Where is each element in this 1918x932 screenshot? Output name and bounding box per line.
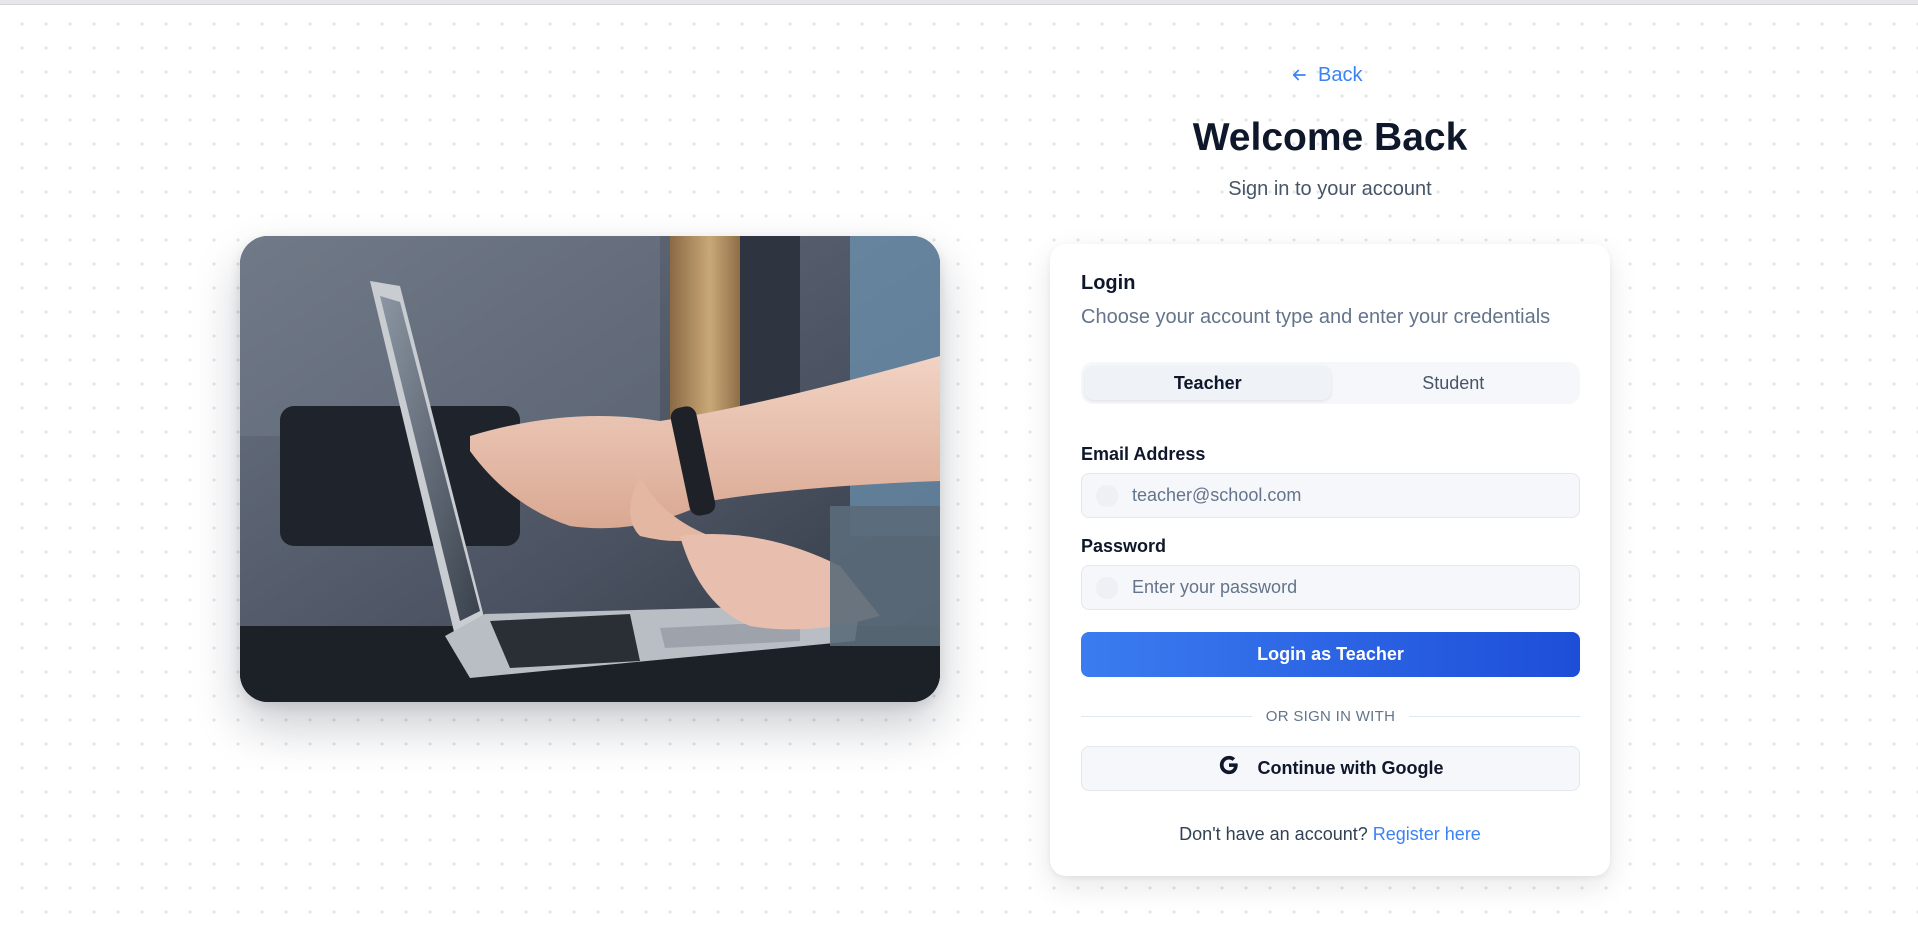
- email-input[interactable]: [1132, 485, 1572, 506]
- email-field-container: [1081, 473, 1580, 518]
- divider-text: OR SIGN IN WITH: [1265, 707, 1396, 725]
- card-description: Choose your account type and enter your …: [1081, 306, 1551, 328]
- google-signin-button[interactable]: Continue with Google: [1081, 746, 1580, 791]
- register-prompt-text: Don't have an account?: [1179, 824, 1368, 844]
- register-link[interactable]: Register here: [1373, 824, 1481, 844]
- card-title: Login: [1081, 272, 1136, 294]
- browser-top-edge: [0, 0, 1918, 5]
- hero-image: [240, 236, 940, 702]
- back-link[interactable]: Back: [1290, 60, 1370, 90]
- page-title: Welcome Back: [1192, 116, 1468, 159]
- page-subtitle: Sign in to your account: [1228, 178, 1432, 200]
- lock-icon: [1096, 576, 1118, 599]
- arrow-left-icon: [1292, 69, 1306, 81]
- login-button[interactable]: Login as Teacher: [1081, 632, 1580, 677]
- password-label: Password: [1081, 536, 1167, 556]
- divider-line-right: [1409, 715, 1580, 717]
- divider: OR SIGN IN WITH: [1081, 706, 1580, 726]
- email-label: Email Address: [1081, 444, 1206, 464]
- google-icon: [1218, 754, 1240, 783]
- password-field-container: [1081, 565, 1580, 610]
- register-prompt: Don't have an account? Register here: [1050, 824, 1610, 845]
- login-card: Login Choose your account type and enter…: [1050, 244, 1610, 876]
- laptop-photo: [240, 236, 940, 702]
- back-label: Back: [1318, 63, 1363, 86]
- password-input[interactable]: [1132, 577, 1572, 598]
- google-button-label: Continue with Google: [1257, 758, 1444, 778]
- tab-teacher[interactable]: Teacher: [1085, 366, 1331, 400]
- tab-student[interactable]: Student: [1331, 366, 1577, 400]
- google-g-glyph: [1219, 755, 1238, 775]
- divider-line-left: [1081, 715, 1252, 717]
- account-type-tabs: Teacher Student: [1081, 362, 1580, 404]
- mail-icon: [1096, 484, 1118, 507]
